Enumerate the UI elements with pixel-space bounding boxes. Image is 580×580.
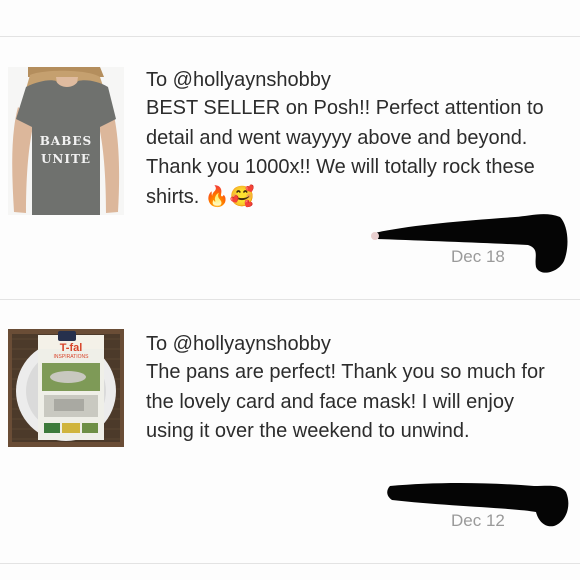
review-recipient[interactable]: To @hollyaynshobby <box>146 69 331 92</box>
review-date: Dec 18 <box>451 247 505 266</box>
review-card: T-fal INSPIRATIONS To @hollyaynshobby Th… <box>0 300 580 563</box>
shirt-text-1: BABES <box>40 134 92 148</box>
sub-brand-text: INSPIRATIONS <box>54 354 90 360</box>
shirt-photo: BABES UNITE <box>8 67 124 215</box>
product-thumbnail[interactable]: T-fal INSPIRATIONS <box>8 329 124 447</box>
redaction-mark <box>371 214 568 273</box>
review-card: BABES UNITE To @hollyaynshobby BEST SELL… <box>0 37 580 300</box>
product-thumbnail[interactable]: BABES UNITE <box>8 67 124 215</box>
review-message: The pans are perfect! Thank you so much … <box>146 361 545 442</box>
review-message: BEST SELLER on Posh!! Perfect attention … <box>146 97 544 208</box>
review-date: Dec 12 <box>451 511 505 530</box>
brand-text: T-fal <box>60 342 83 354</box>
bottom-divider <box>0 563 580 564</box>
review-recipient[interactable]: To @hollyaynshobby <box>146 333 331 356</box>
pan-package-photo: T-fal INSPIRATIONS <box>8 329 124 447</box>
shirt-text-2: UNITE <box>41 152 91 166</box>
